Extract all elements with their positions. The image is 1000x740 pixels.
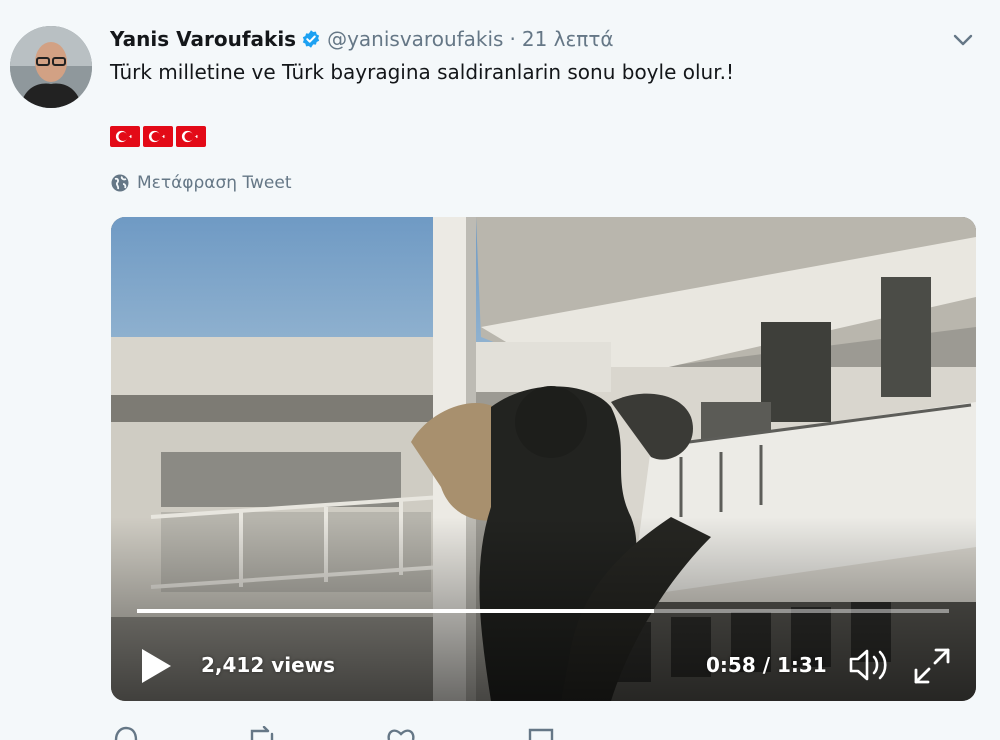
tweet-text: Türk milletine ve Türk bayragina saldira… (110, 60, 734, 84)
fullscreen-icon[interactable] (911, 645, 953, 687)
turkish-flag-emojis (110, 126, 206, 147)
verified-badge-icon (302, 30, 320, 48)
reply-icon[interactable] (112, 726, 140, 740)
video-time: 0:58 / 1:31 (706, 653, 827, 677)
video-frame (111, 217, 976, 701)
chevron-down-icon[interactable] (952, 32, 974, 48)
view-count: 2,412 views (201, 653, 336, 677)
tweet: Yanis Varoufakis @yanisvaroufakis · 21 λ… (0, 0, 1000, 740)
avatar[interactable] (10, 26, 92, 108)
like-icon[interactable] (386, 726, 416, 740)
play-icon[interactable] (139, 647, 173, 685)
translate-label: Μετάφραση Tweet (137, 173, 292, 193)
author-name[interactable]: Yanis Varoufakis (110, 27, 296, 51)
video-player[interactable]: 2,412 views 0:58 / 1:31 (111, 217, 976, 701)
turkey-flag-icon (143, 126, 173, 147)
video-progress-fill (137, 609, 655, 613)
retweet-icon[interactable] (248, 726, 278, 740)
tweet-header: Yanis Varoufakis @yanisvaroufakis · 21 λ… (110, 26, 614, 52)
turkey-flag-icon (176, 126, 206, 147)
header-separator: · (509, 27, 516, 51)
translate-tweet-link[interactable]: Μετάφραση Tweet (110, 173, 292, 193)
video-progress-bar[interactable] (137, 609, 949, 613)
share-icon[interactable] (526, 726, 556, 740)
globe-icon (111, 174, 129, 192)
volume-icon[interactable] (847, 645, 891, 685)
tweet-timestamp[interactable]: 21 λεπτά (522, 27, 614, 51)
turkey-flag-icon (110, 126, 140, 147)
tweet-actions (110, 726, 590, 740)
avatar-image (10, 26, 92, 108)
author-handle[interactable]: @yanisvaroufakis (327, 27, 503, 51)
